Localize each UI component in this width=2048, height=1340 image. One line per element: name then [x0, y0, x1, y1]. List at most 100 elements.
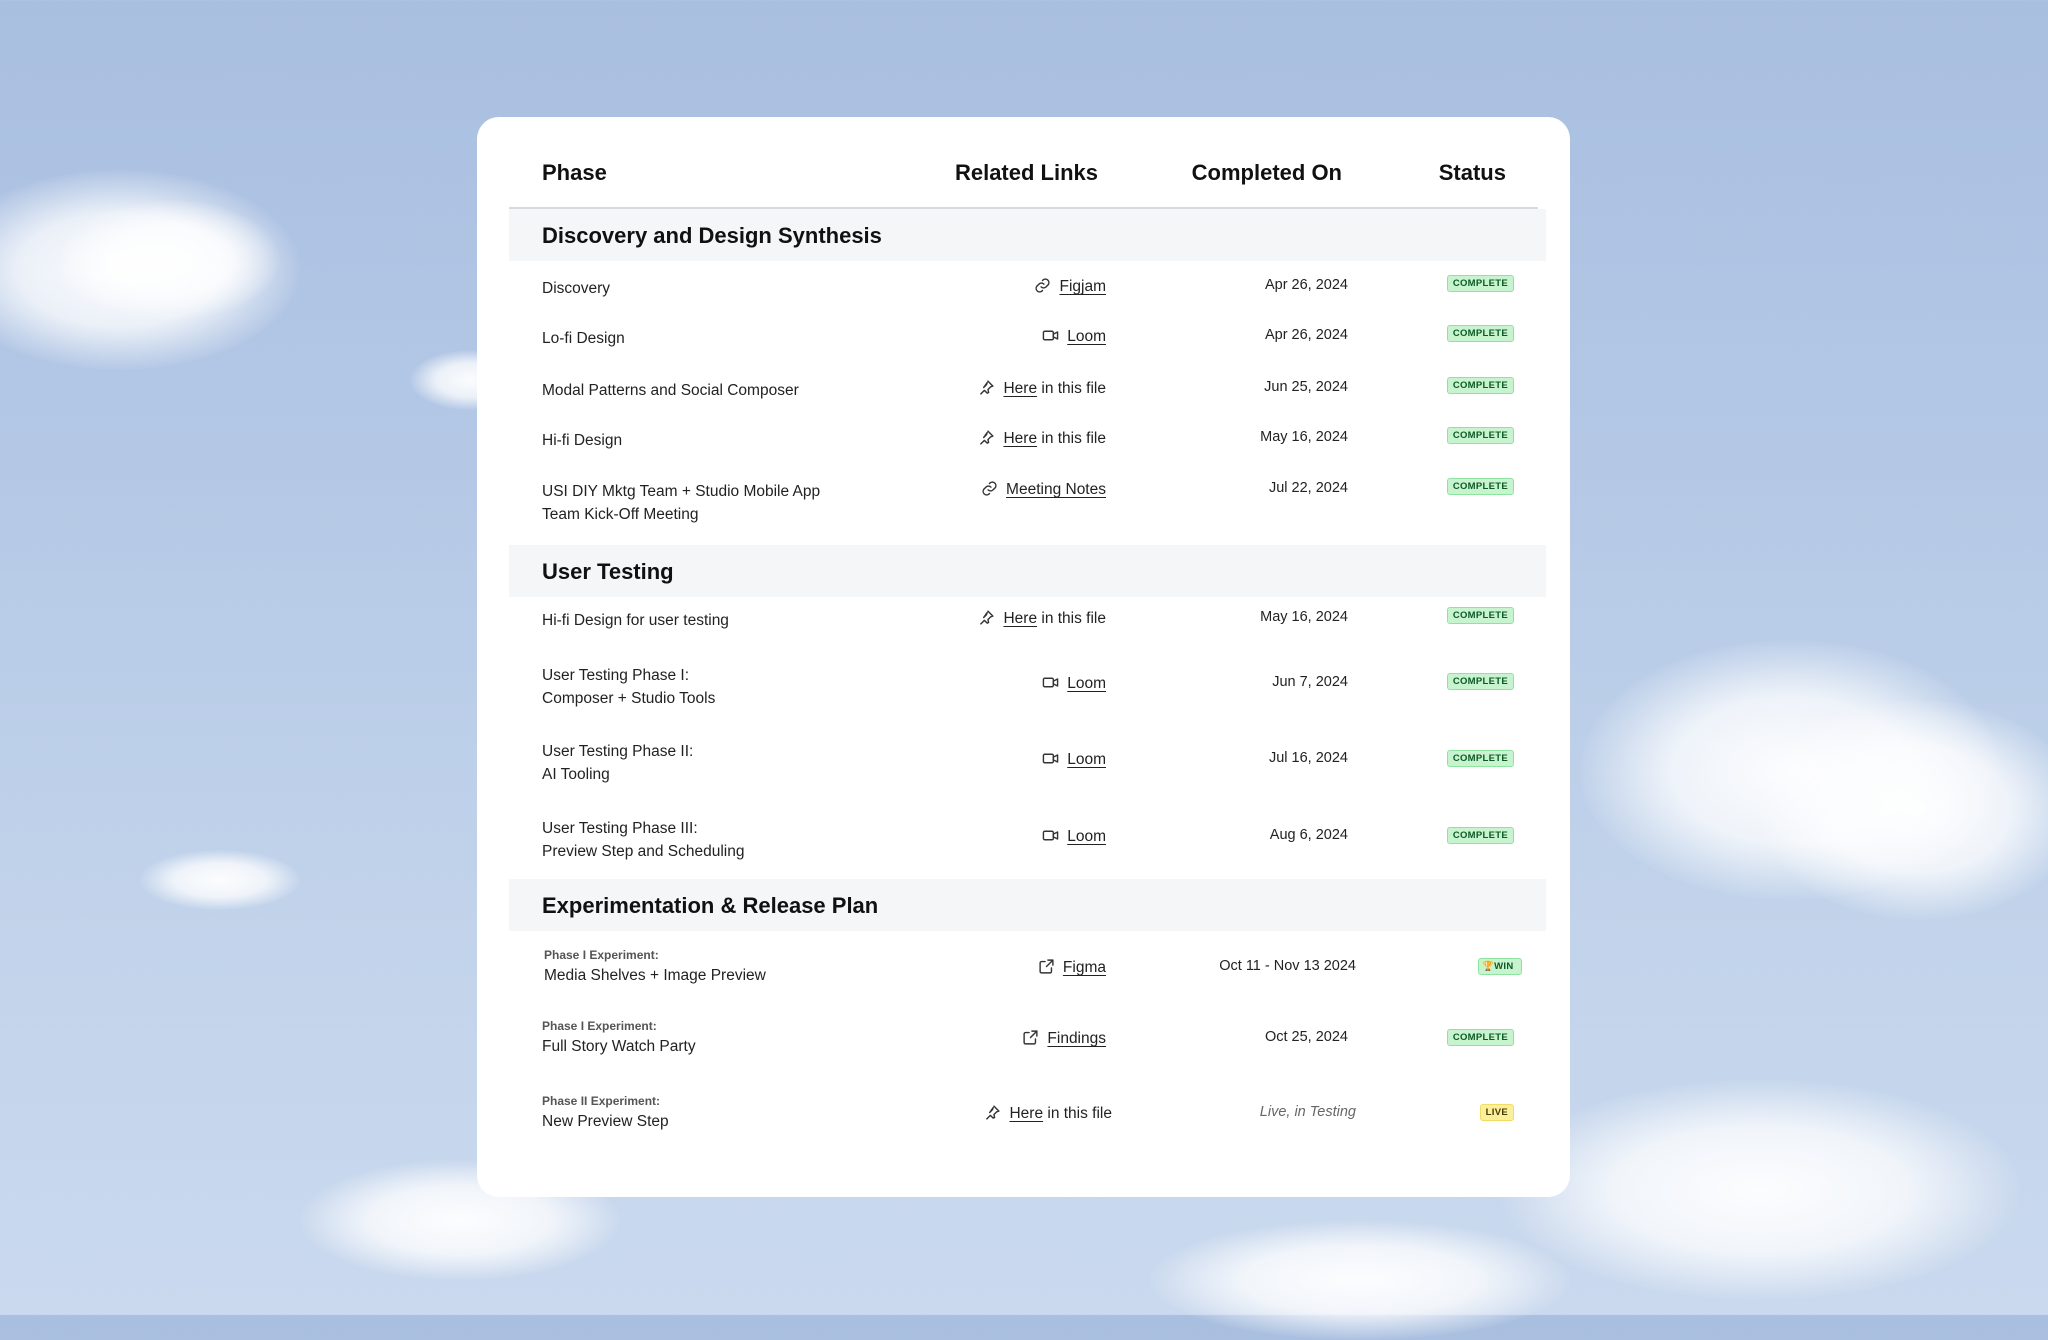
related-link: Loom	[1042, 327, 1106, 346]
phase-line: Full Story Watch Party	[542, 1038, 696, 1055]
phase-name: Phase II Experiment: New Preview Step	[542, 1092, 669, 1133]
col-header-phase: Phase	[542, 160, 607, 185]
video-icon	[1042, 750, 1059, 767]
link-figjam[interactable]: Figjam	[1059, 278, 1106, 295]
video-icon	[1042, 674, 1059, 691]
link-here[interactable]: Here	[1003, 380, 1037, 397]
section-title: Discovery and Design Synthesis	[542, 223, 882, 248]
related-link: Meeting Notes	[981, 480, 1106, 499]
pin-icon	[984, 1104, 1001, 1121]
link-icon	[1034, 277, 1051, 294]
completed-date: Jul 22, 2024	[1268, 480, 1348, 496]
phase-name: Discovery	[542, 280, 611, 297]
related-link: Here in this file	[984, 1104, 1112, 1123]
phase-line-2: AI Tooling	[542, 766, 610, 783]
section-title: Experimentation & Release Plan	[542, 893, 879, 918]
completed-date: Oct 25, 2024	[1264, 1029, 1348, 1045]
col-header-status: Status	[1438, 160, 1506, 185]
status-badge: COMPLETE	[1446, 478, 1514, 495]
status-badge: COMPLETE	[1446, 827, 1514, 844]
phase-name: Hi-fi Design for user testing	[542, 612, 729, 629]
phase-line-1: USI DIY Mktg Team + Studio Mobile App	[542, 483, 821, 500]
external-link-icon	[1038, 958, 1055, 975]
pin-icon	[978, 379, 995, 396]
section-header: Experimentation & Release Plan	[509, 879, 1546, 931]
phase-name: Phase I Experiment: Full Story Watch Par…	[542, 1017, 696, 1058]
link-icon	[981, 480, 998, 497]
phase-name: Hi-fi Design	[542, 432, 623, 449]
phase-line-1: User Testing Phase II:	[542, 743, 694, 760]
related-link: Here in this file	[978, 379, 1106, 398]
related-link: Figjam	[1034, 277, 1106, 296]
experiment-label: Phase I Experiment:	[544, 948, 659, 962]
related-link: Here in this file	[978, 429, 1106, 448]
cloud	[1500, 1080, 2020, 1300]
section-header: User Testing	[509, 545, 1546, 597]
completed-date: May 16, 2024	[1260, 429, 1348, 445]
phase-name: Modal Patterns and Social Composer	[542, 382, 799, 399]
phase-line-2: Composer + Studio Tools	[542, 690, 716, 707]
related-link: Findings	[1022, 1029, 1106, 1048]
pin-icon	[978, 609, 995, 626]
phase-line: Media Shelves + Image Preview	[544, 967, 766, 984]
link-loom[interactable]: Loom	[1067, 828, 1106, 845]
status-badge: COMPLETE	[1446, 427, 1514, 444]
section-title: User Testing	[542, 559, 674, 584]
link-here[interactable]: Here	[1003, 610, 1037, 627]
completed-date: Jun 25, 2024	[1264, 379, 1348, 395]
experiment-label: Phase II Experiment:	[542, 1094, 661, 1108]
phase-name: User Testing Phase I: Composer + Studio …	[542, 664, 715, 710]
related-link: Figma	[1038, 958, 1106, 977]
phase-line-1: User Testing Phase I:	[542, 667, 690, 684]
status-badge: COMPLETE	[1446, 673, 1514, 690]
phase-line-1: User Testing Phase III:	[542, 820, 698, 837]
related-link: Loom	[1042, 827, 1106, 846]
external-link-icon	[1022, 1029, 1039, 1046]
completed-date: Live, in Testing	[1259, 1104, 1356, 1120]
status-badge: COMPLETE	[1446, 607, 1514, 624]
link-loom[interactable]: Loom	[1067, 751, 1106, 768]
link-suffix: in this file	[1037, 430, 1106, 447]
cloud	[60, 200, 280, 320]
completed-date: Apr 26, 2024	[1264, 277, 1348, 293]
table-header: Phase Related Links Completed On Status	[509, 117, 1538, 209]
col-header-completed-on: Completed On	[1191, 160, 1342, 185]
video-icon	[1042, 327, 1059, 344]
pin-icon	[978, 429, 995, 446]
phase-line: New Preview Step	[542, 1113, 669, 1130]
status-badge: COMPLETE	[1446, 275, 1514, 292]
link-loom[interactable]: Loom	[1067, 328, 1106, 345]
link-meeting-notes[interactable]: Meeting Notes	[1006, 481, 1106, 498]
completed-date: Aug 6, 2024	[1269, 827, 1348, 843]
link-suffix: in this file	[1043, 1105, 1112, 1122]
status-badge: COMPLETE	[1446, 377, 1514, 394]
phase-name: USI DIY Mktg Team + Studio Mobile App Te…	[542, 480, 820, 526]
phase-name: Lo-fi Design	[542, 330, 625, 347]
status-badge: LIVE	[1479, 1104, 1514, 1121]
status-badge: 🏆WIN	[1478, 958, 1522, 975]
link-suffix: in this file	[1037, 380, 1106, 397]
status-badge: COMPLETE	[1446, 1029, 1514, 1046]
section-header: Discovery and Design Synthesis	[509, 209, 1546, 261]
status-badge: COMPLETE	[1446, 325, 1514, 342]
completed-date: Jun 7, 2024	[1272, 674, 1348, 690]
phase-name: User Testing Phase III: Preview Step and…	[542, 817, 745, 863]
completed-date: Apr 26, 2024	[1264, 327, 1348, 343]
link-findings[interactable]: Findings	[1047, 1030, 1106, 1047]
link-here[interactable]: Here	[1003, 430, 1037, 447]
video-icon	[1042, 827, 1059, 844]
phase-name: User Testing Phase II: AI Tooling	[542, 740, 693, 786]
related-link: Here in this file	[978, 609, 1106, 628]
experiment-label: Phase I Experiment:	[542, 1019, 657, 1033]
completed-date: Oct 11 - Nov 13 2024	[1219, 958, 1356, 974]
related-link: Loom	[1042, 674, 1106, 693]
completed-date: May 16, 2024	[1260, 609, 1348, 625]
link-here[interactable]: Here	[1009, 1105, 1043, 1122]
link-figma[interactable]: Figma	[1063, 959, 1106, 976]
link-loom[interactable]: Loom	[1067, 675, 1106, 692]
phase-line-2: Team Kick-Off Meeting	[542, 506, 699, 523]
col-header-related-links: Related Links	[954, 160, 1098, 185]
phase-name: Phase I Experiment: Media Shelves + Imag…	[544, 946, 766, 987]
cloud	[1150, 1220, 1570, 1340]
phase-line-2: Preview Step and Scheduling	[542, 843, 745, 860]
